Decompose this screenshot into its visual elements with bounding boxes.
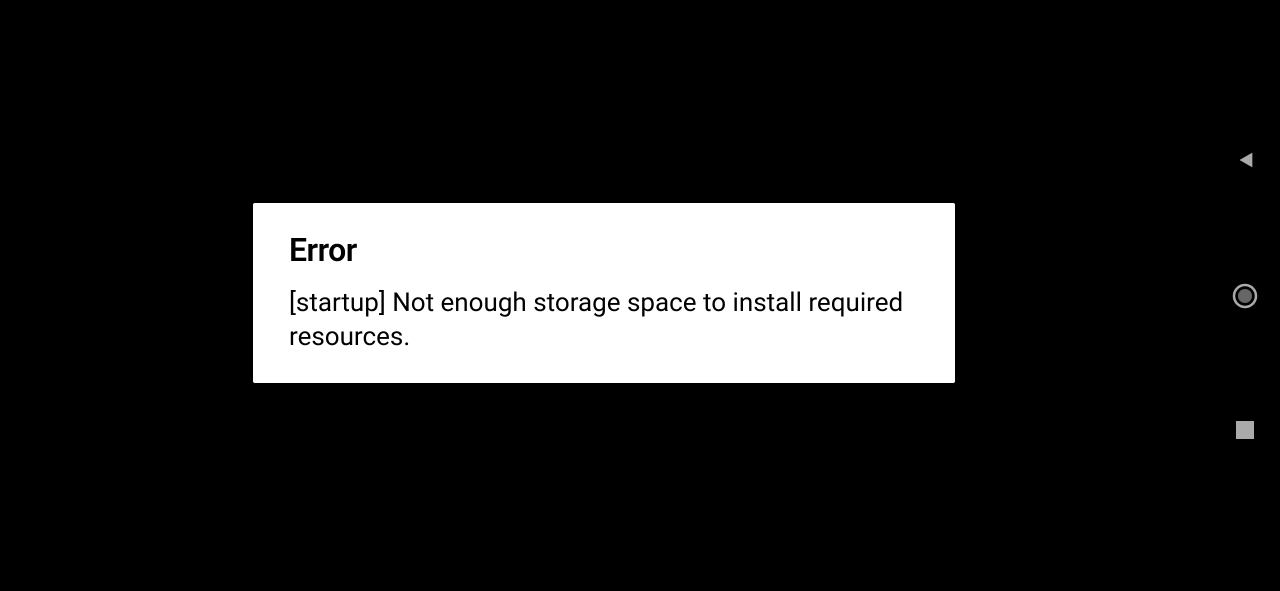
back-triangle-icon bbox=[1234, 149, 1256, 175]
dialog-title: Error bbox=[289, 231, 919, 269]
nav-home-button[interactable] bbox=[1232, 283, 1258, 313]
nav-recent-button[interactable] bbox=[1236, 421, 1254, 443]
dialog-message: [startup] Not enough storage space to in… bbox=[289, 287, 919, 355]
home-circle-icon bbox=[1232, 283, 1258, 313]
error-dialog: Error [startup] Not enough storage space… bbox=[253, 203, 955, 383]
navigation-bar bbox=[1210, 0, 1280, 591]
nav-back-button[interactable] bbox=[1234, 149, 1256, 175]
recent-square-icon bbox=[1236, 421, 1254, 443]
